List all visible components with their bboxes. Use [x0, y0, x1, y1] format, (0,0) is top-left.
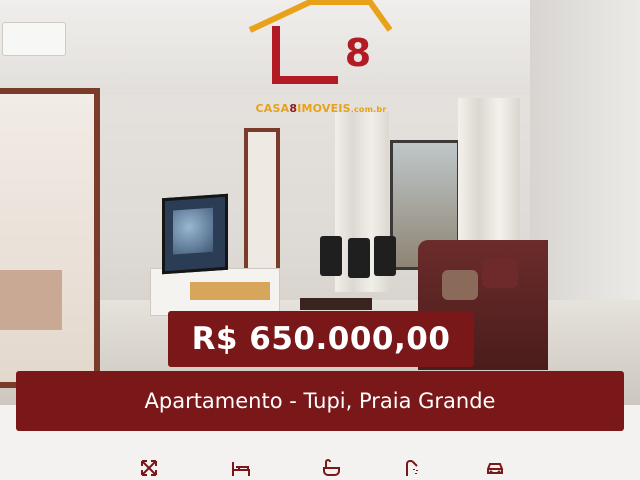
bed — [0, 270, 62, 330]
bathtub-icon — [318, 458, 344, 480]
feature-icons — [0, 458, 640, 480]
chair — [320, 236, 342, 276]
price-banner: R$ 650.000,00 — [168, 311, 474, 367]
chair — [374, 236, 396, 276]
logo-site-suffix: IMOVEIS — [297, 102, 351, 115]
logo-website: CASA8IMOVEIS.com.br — [236, 102, 406, 115]
rug — [300, 298, 372, 310]
chair — [348, 238, 370, 278]
area-icon — [136, 458, 162, 480]
listing-price: R$ 650.000,00 — [191, 321, 451, 357]
listing-title: Apartamento - Tupi, Praia Grande — [144, 389, 496, 413]
logo-eight: 8 — [345, 31, 371, 75]
logo-roof — [248, 0, 393, 33]
dining-table — [320, 232, 400, 282]
television — [162, 193, 228, 275]
logo-letter-l-base — [272, 76, 338, 84]
bedroom-doorway — [0, 88, 100, 388]
logo-letter-l — [272, 26, 280, 84]
bed-icon — [228, 458, 254, 480]
pillow — [482, 258, 518, 288]
car-icon — [482, 458, 508, 480]
title-banner[interactable]: Apartamento - Tupi, Praia Grande — [16, 371, 624, 431]
pillow — [442, 270, 478, 300]
shower-icon — [400, 458, 426, 480]
logo-site-domain: .com.br — [350, 105, 387, 114]
air-conditioner — [2, 22, 66, 56]
tv-stand-shelf — [190, 282, 270, 300]
logo-site-prefix: CASA — [255, 102, 290, 115]
